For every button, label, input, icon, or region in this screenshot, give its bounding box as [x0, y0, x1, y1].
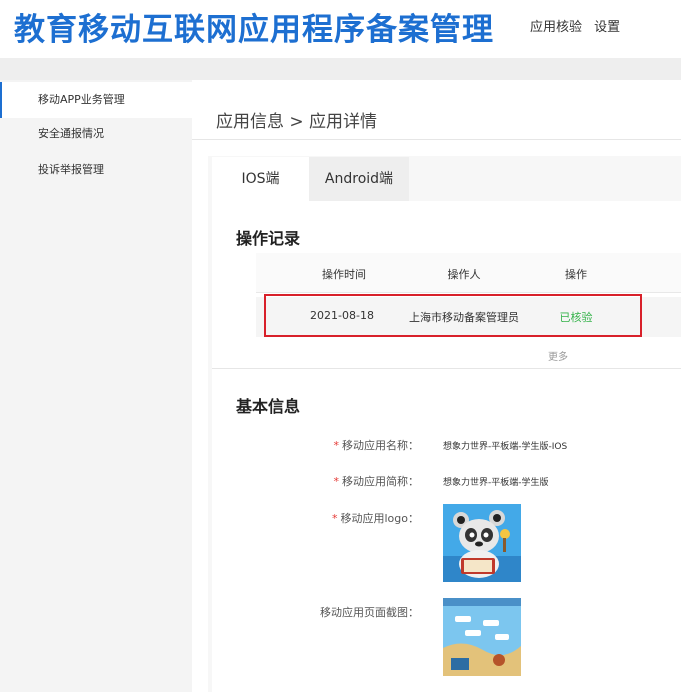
divider [192, 139, 681, 140]
more-link[interactable]: 更多 [548, 348, 568, 363]
screenshot-thumbnail-icon [443, 598, 521, 676]
tab-ios[interactable]: IOS端 [212, 157, 309, 201]
nav-app-verify[interactable]: 应用核验 [530, 20, 582, 35]
app-logo-image [443, 504, 521, 582]
header: 教育移动互联网应用程序备案管理 应用核验 设置 [0, 0, 681, 58]
tab-android[interactable]: Android端 [309, 157, 409, 201]
sidebar-item-app-business[interactable]: 移动APP业务管理 [0, 82, 192, 118]
operation-log-title: 操作记录 [236, 229, 301, 248]
column-header-operator: 操作人 [447, 268, 481, 281]
app-short-name-label-text: 移动应用简称： [342, 475, 419, 488]
app-name-label: * 移动应用名称： [334, 437, 420, 453]
divider [212, 368, 681, 369]
sidebar: 移动APP业务管理 安全通报情况 投诉举报管理 [0, 80, 192, 692]
column-header-action: 操作 [565, 268, 587, 281]
site-title: 教育移动互联网应用程序备案管理 [14, 12, 494, 48]
required-mark: * [333, 475, 340, 488]
status-badge: 已核验 [559, 311, 593, 324]
log-time: 2021-08-18 [310, 309, 374, 322]
table-header: 操作时间 操作人 操作 [256, 253, 681, 293]
header-divider-strip [0, 58, 681, 80]
nav-settings[interactable]: 设置 [594, 20, 620, 35]
app-screenshot-image [443, 598, 521, 676]
app-logo-label-text: 移动应用logo： [340, 512, 420, 525]
sidebar-item-complaints[interactable]: 投诉举报管理 [0, 152, 192, 188]
app-name-value: 想象力世界-平板端-学生版-IOS [443, 442, 568, 452]
column-header-time: 操作时间 [322, 268, 366, 281]
basic-info-title: 基本信息 [236, 397, 301, 416]
table-row: 2021-08-18 上海市移动备案管理员 已核验 [256, 297, 681, 337]
sidebar-item-security-report[interactable]: 安全通报情况 [0, 116, 192, 152]
top-nav: 应用核验 设置 [530, 16, 628, 35]
required-mark: * [332, 512, 338, 525]
app-name-label-text: 移动应用名称： [342, 439, 419, 452]
log-operator: 上海市移动备案管理员 [409, 311, 519, 324]
main-content: 应用信息 > 应用详情 IOS端 Android端 操作记录 操作时间 操作人 … [192, 80, 681, 692]
app-logo-label: * 移动应用logo： [332, 510, 419, 526]
required-mark: * [333, 439, 340, 452]
app-screenshot-label-text: 移动应用页面截图： [320, 606, 419, 619]
app-short-name-label: * 移动应用简称： [334, 473, 420, 489]
breadcrumb: 应用信息 > 应用详情 [216, 112, 378, 132]
panda-logo-icon [443, 504, 521, 582]
app-short-name-value: 想象力世界-平板端-学生版 [443, 478, 549, 488]
app-screenshot-label: 移动应用页面截图： [320, 604, 419, 620]
